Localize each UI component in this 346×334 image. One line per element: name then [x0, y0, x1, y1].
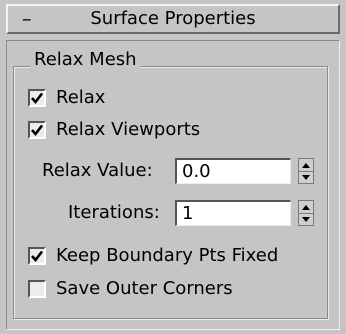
group-title: Relax Mesh [30, 48, 141, 72]
spinner-down-icon[interactable] [299, 171, 313, 183]
check-mark-icon [31, 250, 44, 263]
keep-boundary-checkbox[interactable] [28, 247, 46, 265]
save-outer-corners-checkbox[interactable] [28, 280, 46, 298]
relax-viewports-checkbox-row[interactable]: Relax Viewports [28, 118, 200, 142]
iterations-spinner[interactable] [298, 200, 314, 226]
iterations-input[interactable] [175, 200, 291, 226]
save-outer-corners-checkbox-row[interactable]: Save Outer Corners [28, 277, 233, 301]
relax-label: Relax [56, 87, 106, 108]
check-mark-icon [31, 92, 44, 105]
save-outer-corners-label: Save Outer Corners [56, 278, 233, 299]
relax-value-spinner[interactable] [298, 158, 314, 184]
relax-checkbox-row[interactable]: Relax [28, 86, 105, 110]
check-mark-icon [31, 124, 44, 137]
keep-boundary-label: Keep Boundary Pts Fixed [56, 245, 279, 266]
spinner-down-icon[interactable] [299, 213, 313, 225]
iterations-label: Iterations: [68, 202, 160, 223]
keep-boundary-checkbox-row[interactable]: Keep Boundary Pts Fixed [28, 244, 278, 268]
relax-checkbox[interactable] [28, 89, 46, 107]
relax-viewports-checkbox[interactable] [28, 121, 46, 139]
relax-value-input[interactable] [175, 158, 291, 184]
rollout-header[interactable]: – Surface Properties [6, 4, 340, 34]
relax-viewports-label: Relax Viewports [56, 119, 201, 140]
relax-value-label: Relax Value: [42, 160, 153, 181]
rollout-title: Surface Properties [90, 8, 256, 29]
